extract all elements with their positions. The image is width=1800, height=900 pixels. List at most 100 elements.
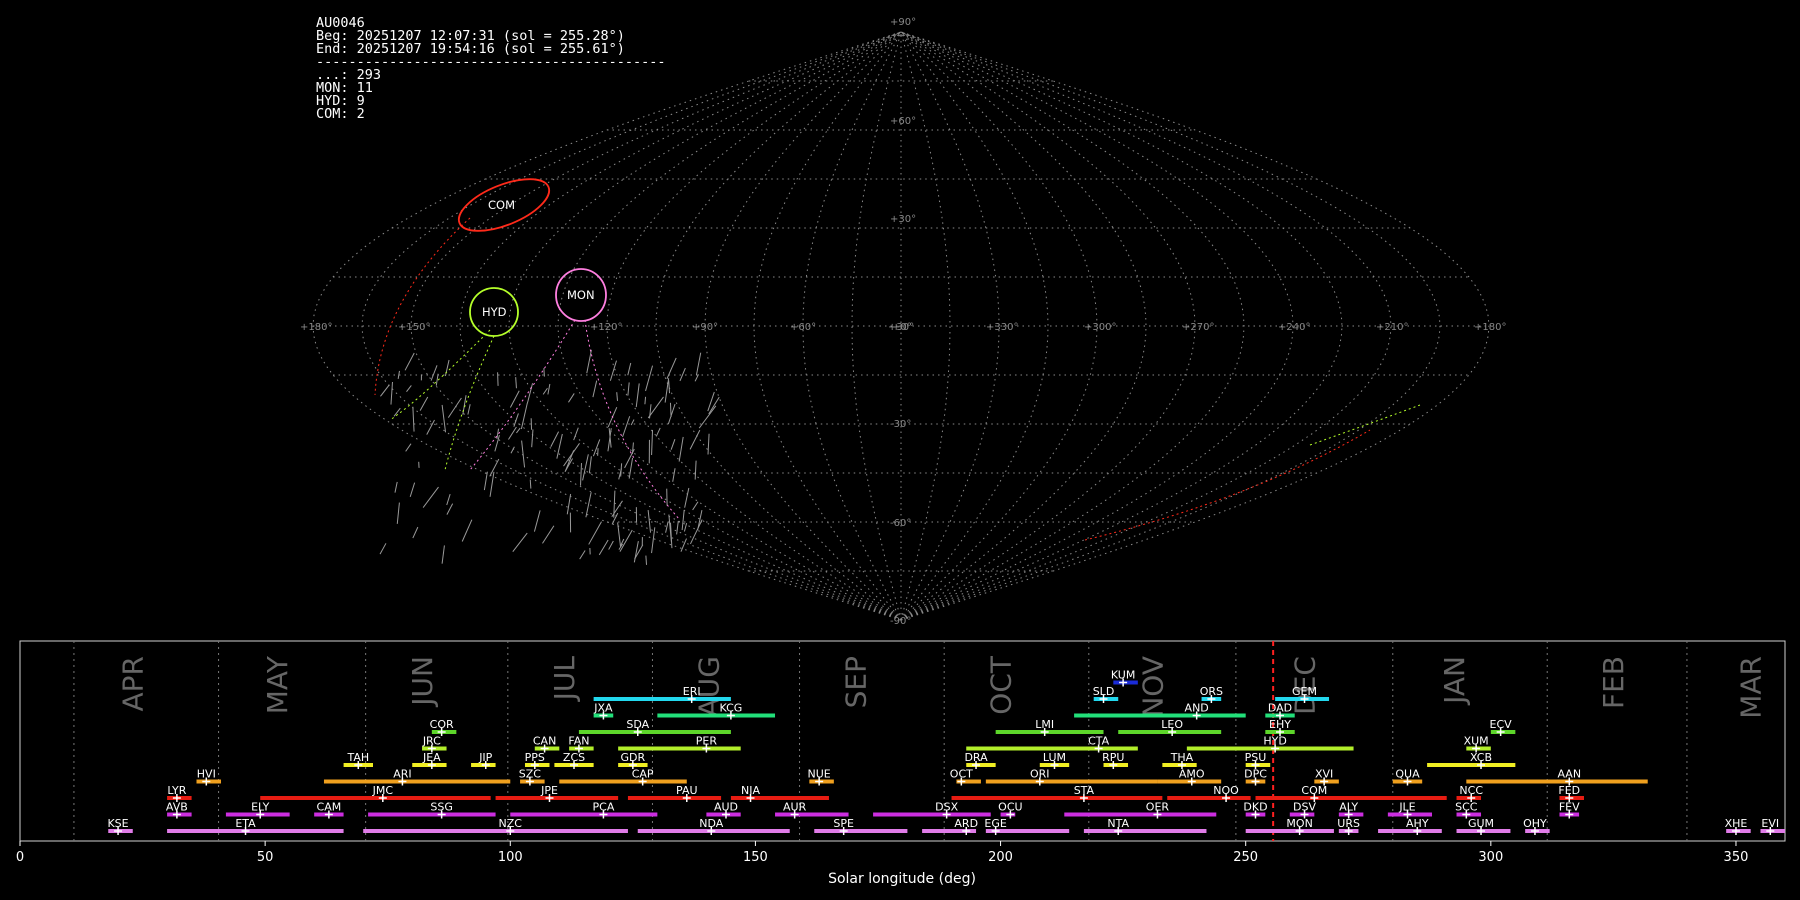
shower-code-label: KSE <box>107 817 128 830</box>
sky-map-grid-labels: +180° +150° +120° +90° +60° +30° +0° +33… <box>300 17 1506 627</box>
shower-code-label: KUM <box>1111 669 1135 682</box>
shower-code-label: JEA <box>422 751 441 764</box>
meteor-trail <box>412 406 415 432</box>
meteor-trail <box>684 487 690 508</box>
lon-label: +120° <box>590 322 622 333</box>
meteor-trail <box>1309 404 1421 446</box>
shower-code-label: STA <box>1074 784 1095 797</box>
meteor-trail <box>508 426 517 440</box>
shower-code-label: GUM <box>1468 817 1494 830</box>
meteor-trail <box>447 397 462 418</box>
month-label: MAY <box>261 655 294 714</box>
lon-label: +60° <box>790 322 816 333</box>
meteor-trail <box>422 486 439 508</box>
meteor-trail <box>580 463 582 486</box>
meteor-trail <box>529 479 532 489</box>
meteor-trail <box>647 509 652 533</box>
meteor-trail <box>707 391 715 412</box>
x-tick-label: 250 <box>1233 850 1258 865</box>
lon-label: +240° <box>1278 322 1310 333</box>
meteor-trail <box>707 433 710 455</box>
shower-code-label: NCC <box>1459 784 1483 797</box>
shower-code-label: MON <box>1286 817 1312 830</box>
meteor-trail <box>689 429 701 450</box>
x-tick-label: 0 <box>16 850 24 865</box>
shower-code-label: DSV <box>1293 801 1316 814</box>
meteor-trail <box>695 352 702 376</box>
meteor-trail <box>694 460 697 480</box>
meteor-trail <box>665 522 669 533</box>
meteor-trail <box>651 527 656 554</box>
shower-code-label: DSX <box>935 801 958 814</box>
meteor-trail <box>630 419 635 426</box>
meteor-trail <box>531 429 534 448</box>
meteor-trail <box>619 529 633 552</box>
meteor-trail <box>645 365 654 392</box>
shower-code-label: ARD <box>954 817 978 830</box>
shower-code-label: OCU <box>998 801 1022 814</box>
meteor-trail <box>645 555 648 565</box>
shower-code-label: XVI <box>1315 768 1333 781</box>
meteor-trail <box>627 362 632 376</box>
meteor-trail <box>672 468 676 482</box>
lon-label: +90° <box>692 322 718 333</box>
shower-code-label: FAN <box>568 735 589 748</box>
radiant-label-hyd: HYD <box>482 305 507 319</box>
meteor-trail <box>441 404 447 433</box>
shower-code-label: NTA <box>1107 817 1129 830</box>
shower-code-label: PER <box>696 735 718 748</box>
x-axis-ticks: 0 50 100 150 200 250 300 350 <box>16 841 1748 865</box>
shower-code-label: EHY <box>1269 718 1291 731</box>
meteor-trail <box>510 446 515 454</box>
meteor-trail <box>635 383 640 408</box>
shower-code-label: SPE <box>833 817 854 830</box>
meteor-trail <box>588 521 602 545</box>
meteor-trail <box>419 396 429 411</box>
shower-code-label: GEM <box>1292 685 1317 698</box>
shower-code-label: AMO <box>1179 768 1205 781</box>
x-tick-label: 300 <box>1478 850 1503 865</box>
meteor-trail <box>568 393 575 403</box>
meteor-trail <box>542 387 548 395</box>
meteor-trail <box>668 380 671 394</box>
shower-code-label: CAP <box>632 768 654 781</box>
meteor-trail <box>394 481 398 493</box>
meteor-trail <box>598 539 609 556</box>
meteor-trail <box>651 429 654 456</box>
meteor-trail <box>664 378 670 403</box>
shower-code-label: JXA <box>593 702 613 715</box>
shower-code-label: AHY <box>1406 817 1429 830</box>
month-label: JUL <box>548 656 581 703</box>
shower-code-label: DKD <box>1243 801 1267 814</box>
lon-label: +300° <box>1084 322 1116 333</box>
meteor-trail <box>467 404 471 415</box>
meteor-trail <box>426 419 435 435</box>
meridian-line <box>900 31 1196 621</box>
meteor-trail <box>622 416 631 438</box>
meteor-trail <box>679 367 686 382</box>
lon-label: +150° <box>398 322 430 333</box>
shower-code-label: ARI <box>393 768 411 781</box>
meteor-trail <box>396 502 400 524</box>
shower-code-label: KCG <box>719 702 742 715</box>
shower-code-label: FEV <box>1559 801 1580 814</box>
shower-code-label: AND <box>1185 702 1209 715</box>
shower-code-label: ORI <box>1030 768 1050 781</box>
meteor-trail <box>430 365 438 381</box>
meteor-trail <box>515 377 517 389</box>
x-tick-label: 50 <box>257 850 274 865</box>
meteor-trail <box>592 380 598 398</box>
shower-code-label: CAN <box>533 735 556 748</box>
meteor-trail <box>444 359 450 377</box>
shower-code-label: XCB <box>1470 751 1492 764</box>
meteor-trail <box>566 493 572 515</box>
month-label: SEP <box>840 656 873 708</box>
meteor-trail <box>405 443 412 452</box>
shower-code-label: ORS <box>1200 685 1223 698</box>
shower-code-label: GDR <box>621 751 646 764</box>
meteor-trail <box>441 545 445 564</box>
shower-code-label: ERI <box>683 685 701 698</box>
shower-code-label: COM <box>1301 784 1327 797</box>
month-label: OCT <box>984 655 1017 715</box>
month-labels: APR MAY JUN JUL AUG SEP OCT NOV DEC JAN FEB MAR <box>117 655 1768 719</box>
